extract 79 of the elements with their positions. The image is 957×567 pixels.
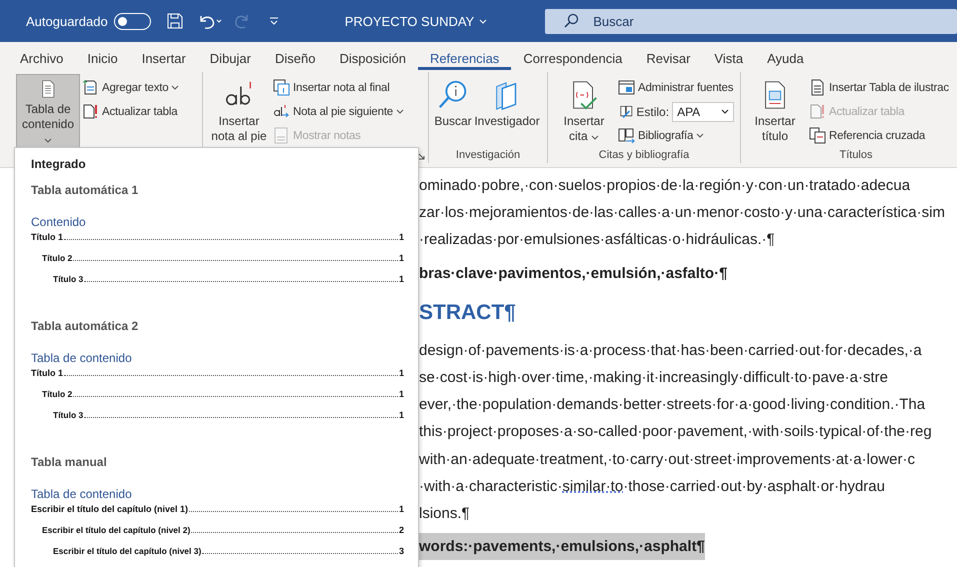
- document-line: this·project·proposes·a·so-called·poor·pavement,·with·soils·typical·of·the·reg: [419, 422, 932, 442]
- ribbon-tab[interactable]: Revisar: [634, 42, 702, 70]
- document-line: bras·clave·pavimentos,·emulsión,·asfalto·¶: [419, 264, 728, 284]
- toc-entry: Título 3 1: [52, 410, 404, 422]
- toc-entry: Escribir el título del capítulo (nivel 2) 2: [41, 525, 404, 537]
- book-arrow-icon: [618, 127, 635, 144]
- ribbon-button[interactable]: Tabla de contenido: [16, 74, 80, 150]
- document-exclamation-icon: [82, 103, 99, 120]
- search-field[interactable]: Buscar: [545, 8, 957, 34]
- add-text-icon: [82, 79, 99, 96]
- list-document-icon: [809, 79, 826, 96]
- ribbon-button[interactable]: Agregar texto: [82, 76, 180, 99]
- autosave-label: Autoguardado: [26, 14, 108, 28]
- gallery-title: Tabla automática 1: [31, 183, 138, 197]
- customize-toolbar-icon[interactable]: [268, 16, 279, 26]
- ribbon-tab[interactable]: Archivo: [8, 42, 76, 70]
- group-label: Títulos: [839, 149, 872, 163]
- document-line: ·with·a·characteristic·similar·to·those·carried·out·by·asphalt·or·hydrau: [419, 476, 885, 497]
- ribbon-tab[interactable]: Inicio: [75, 42, 130, 70]
- endnote-icon: [273, 79, 290, 96]
- ribbon-tab[interactable]: Correspondencia: [511, 42, 634, 70]
- ribbon-button[interactable]: Insertar nota al pie: [207, 74, 271, 150]
- sources-icon: [618, 79, 635, 96]
- toc-entry: Título 1 1: [31, 368, 404, 380]
- ribbon-button[interactable]: Nota al pie siguiente: [273, 100, 404, 123]
- caret-icon: [479, 18, 488, 24]
- ribbon-tab[interactable]: Vista: [702, 42, 756, 70]
- group-label: Investigación: [456, 149, 520, 163]
- toc-heading[interactable]: Contenido: [31, 215, 86, 229]
- search-icon: [437, 79, 469, 111]
- document-heading: STRACT¶: [419, 300, 516, 326]
- document-title[interactable]: PROYECTO SUNDAY: [340, 12, 492, 30]
- ribbon-button[interactable]: Bibliografía: [618, 124, 736, 147]
- ribbon-tab[interactable]: Diseño: [262, 42, 328, 70]
- toc-entry: Título 3 1: [52, 274, 404, 286]
- ribbon-button[interactable]: Insertar Tabla de ilustrac: [809, 76, 949, 99]
- document-line: ominado·pobre,·con·suelos·propios·de·la·región·y·con·un·tratado·adecua: [419, 176, 910, 196]
- document-line: se·cost·is·high·over·time,·making·it·increasingly·difficult·to·pave·a·stre: [419, 368, 888, 388]
- search-icon: [563, 12, 580, 28]
- ribbon-button[interactable]: Actualizar tabla: [82, 100, 180, 123]
- save-icon[interactable]: [166, 13, 183, 29]
- ribbon-tab[interactable]: Disposición: [327, 42, 418, 70]
- cross-reference-icon: [809, 127, 826, 144]
- document-exclamation-icon: [809, 103, 826, 120]
- ribbon-button[interactable]: Administrar fuentes: [618, 76, 736, 99]
- ribbon-tab[interactable]: Insertar: [130, 42, 198, 70]
- ribbon-button[interactable]: Investigador: [475, 74, 539, 150]
- toc-entry: Título 1 1: [31, 232, 404, 244]
- ribbon-button[interactable]: Insertar nota al final: [273, 76, 404, 99]
- autosave-toggle[interactable]: [114, 12, 151, 30]
- ribbon-button[interactable]: Insertar cita: [552, 74, 616, 150]
- ribbon-button[interactable]: Referencia cruzada: [809, 124, 949, 147]
- group-label: Citas y bibliografía: [598, 149, 690, 163]
- toc-entry: Escribir el título del capítulo (nivel 1) 1: [31, 504, 404, 516]
- toc-heading[interactable]: Tabla de contenido: [31, 351, 132, 365]
- menu-header: Integrado: [31, 157, 86, 171]
- document-line: with·an·adequate·treatment,·to·carry·out·street·improvements·at·a·lower·c: [419, 450, 915, 470]
- caret-icon: [721, 109, 729, 114]
- document-line: design·of·pavements·is·a·process·that·has·been·carried·out·for·decades,·a: [419, 340, 922, 361]
- gallery-title: Tabla automática 2: [31, 319, 138, 333]
- notes-icon: [273, 127, 290, 144]
- document-line: ever,·the·population·demands·better·streets·for·a·good·living·condition.·Tha: [419, 395, 926, 416]
- ribbon-tab[interactable]: Referencias: [418, 42, 512, 70]
- document-line: lsions.¶: [419, 504, 470, 524]
- style-select[interactable]: APA: [672, 102, 734, 122]
- toc-entry: Título 2 1: [41, 253, 404, 265]
- ribbon-tab[interactable]: Ayuda: [755, 42, 816, 70]
- book-brush-icon: [620, 103, 634, 120]
- ribbon-tab[interactable]: Dibujar: [198, 42, 263, 70]
- toc-entry: Escribir el título del capítulo (nivel 3) 3: [52, 546, 404, 558]
- toc-entry: Título 2 1: [41, 389, 404, 401]
- ribbon-button[interactable]: Buscar: [433, 74, 473, 150]
- style-label: Estilo:: [636, 104, 670, 118]
- next-footnote-icon: [273, 103, 290, 120]
- gallery-title: Tabla manual: [31, 455, 107, 469]
- document-line: ·realizadas·por·emulsiones·asfálticas·o·hidráulicas.·¶: [419, 230, 775, 250]
- ribbon-button[interactable]: Insertar título: [743, 74, 807, 150]
- document-line: zar·los·mejoramientos·de·las·calles·a·un·menor·costo·y·una·característica·sim: [419, 203, 945, 224]
- toc-heading[interactable]: Tabla de contenido: [31, 487, 132, 501]
